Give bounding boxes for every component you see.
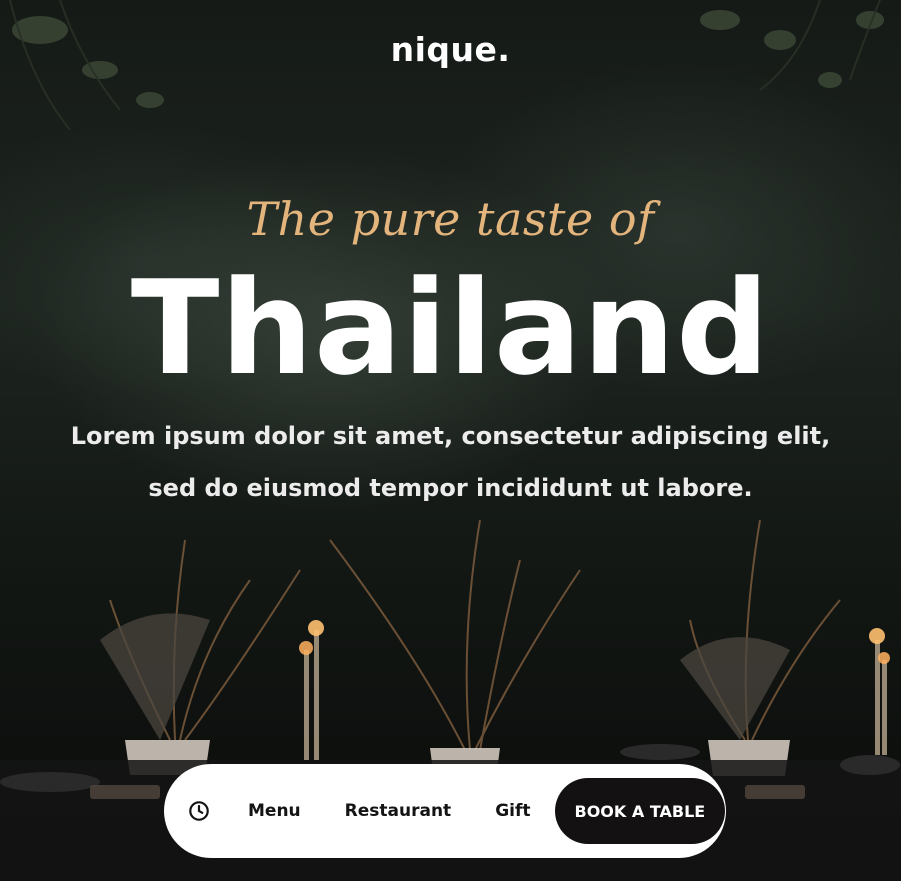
nav-link-restaurant[interactable]: Restaurant	[345, 801, 452, 821]
clock-icon[interactable]	[188, 799, 210, 823]
nav-link-gift[interactable]: Gift	[495, 801, 530, 821]
nav-link-menu[interactable]: Menu	[248, 801, 301, 821]
brand-logo[interactable]: nique.	[0, 30, 901, 69]
hero-tagline: The pure taste of	[246, 192, 655, 246]
hero-description: Lorem ipsum dolor sit amet, consectetur …	[70, 422, 831, 502]
hero-headline: Thailand	[130, 252, 771, 404]
hero-section: nique. The pure taste of Thailand Lorem …	[0, 0, 901, 881]
book-a-table-button[interactable]: BOOK A TABLE	[554, 778, 726, 844]
bottom-nav-bar: Menu Restaurant Gift BOOK A TABLE	[164, 764, 726, 858]
